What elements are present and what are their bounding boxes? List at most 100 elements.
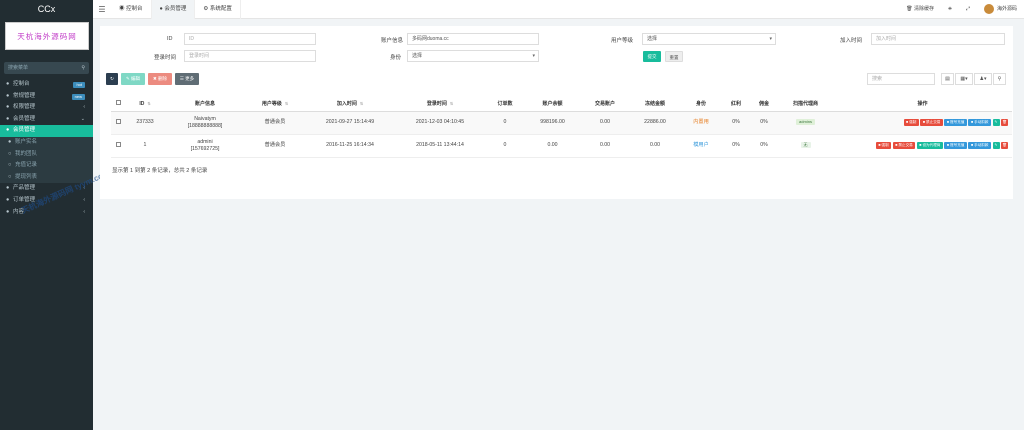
- export-icon[interactable]: ♟▾: [974, 73, 992, 85]
- sidebar-search-placeholder: 搜索菜单: [8, 65, 29, 71]
- reset-button[interactable]: 重置: [665, 51, 683, 62]
- brand-title[interactable]: CCx: [0, 0, 93, 19]
- row-checkbox[interactable]: [115, 141, 121, 147]
- row-checkbox-cell: [111, 134, 125, 158]
- fullscreen-icon[interactable]: ⤢: [959, 0, 977, 19]
- user-icon: ●: [8, 138, 12, 145]
- row-action-button[interactable]: ■ 禁止交易: [892, 142, 916, 149]
- clear-cache-button[interactable]: 🗑 清除缓存: [899, 0, 941, 19]
- sidebar-item[interactable]: ● 账户实名: [0, 136, 93, 149]
- chevron-icon: ⌄: [80, 115, 85, 122]
- column-header[interactable]: 加入时间 ⇅: [305, 97, 395, 112]
- edit-button[interactable]: ✎ 编辑: [121, 73, 145, 85]
- sidebar-item[interactable]: ● 会员管理 ⌄: [0, 114, 93, 126]
- tab-members[interactable]: ● 会员管理: [151, 0, 196, 19]
- row-action-button[interactable]: ■ 强制: [903, 119, 919, 126]
- edit-icon[interactable]: ✎: [992, 119, 1000, 126]
- select-all-checkbox-cell: [111, 97, 125, 112]
- row-action-button[interactable]: ■ 账号充值: [944, 119, 967, 126]
- row-checkbox[interactable]: [115, 118, 121, 124]
- toggle-view-icon[interactable]: ▤: [941, 73, 954, 85]
- account-input[interactable]: 多码网duoma.cc: [407, 33, 539, 45]
- cell-level: 普通会员: [264, 142, 286, 149]
- column-header[interactable]: ID ⇅: [125, 97, 165, 112]
- sidebar-item[interactable]: ● 权限管理 ‹: [0, 102, 93, 114]
- join-time-input[interactable]: 加入时间: [871, 33, 1005, 45]
- row-action-button[interactable]: ■ 设为代理商: [916, 142, 943, 149]
- sort-icon: ⇅: [147, 100, 151, 106]
- cell-balance: 998196.00: [540, 119, 565, 126]
- level-select[interactable]: 选择 ▾: [642, 33, 776, 45]
- row-action-button[interactable]: ■ 账号充值: [944, 142, 967, 149]
- sidebar-item[interactable]: ● 内容 ‹: [0, 207, 93, 219]
- cell-agent: 无: [800, 142, 811, 149]
- sidebar-item[interactable]: ● 常规管理 new: [0, 91, 93, 103]
- column-header: 订单数: [485, 97, 525, 112]
- submit-button[interactable]: 提交: [643, 51, 661, 62]
- cell-bonus: 0%: [732, 142, 740, 149]
- row-action-button[interactable]: ■ 强制: [875, 142, 892, 149]
- chevron-icon: ‹: [83, 208, 85, 215]
- user-circle-icon: ●: [6, 115, 10, 122]
- sidebar-item-label: 会员管理: [13, 115, 36, 122]
- id-input[interactable]: ID: [184, 33, 316, 45]
- identity-select[interactable]: 选择 ▾: [407, 50, 539, 62]
- edit-icon[interactable]: ✎: [992, 142, 1000, 149]
- refresh-button[interactable]: ↻: [106, 73, 118, 85]
- chevron-down-icon: ▾: [769, 36, 772, 42]
- cell-identity: 模用户: [693, 142, 709, 149]
- trash-icon[interactable]: 🗑: [1001, 119, 1008, 126]
- group-icon: ●: [6, 104, 10, 111]
- column-header: 账户信息: [165, 97, 245, 112]
- chevron-icon: ‹: [83, 196, 85, 203]
- table-row[interactable]: 237333 Naivatym [18888888888] 普通会员 2021-09-2…: [111, 111, 1012, 135]
- row-action-button[interactable]: ■ 禁止交易: [920, 119, 943, 126]
- topbar: ☰ ◉ 控制台 ● 会员管理 ⚙ 系统配置 🗑 清除缓存 ⎈ ⤢ 海外源码: [93, 0, 1024, 19]
- sidebar-item-label: 控制台: [13, 81, 30, 87]
- refresh-icon: ↻: [110, 76, 114, 81]
- translate-icon[interactable]: ⎈: [941, 0, 959, 19]
- delete-button[interactable]: ✖ 删除: [148, 73, 172, 85]
- row-action-button[interactable]: ■ 手动扣款: [968, 142, 991, 149]
- user-menu[interactable]: 海外源码: [977, 0, 1024, 19]
- cell-agent: admins: [796, 119, 815, 126]
- trash-icon[interactable]: 🗑: [1001, 142, 1008, 149]
- tab-system-config[interactable]: ⚙ 系统配置: [195, 0, 241, 19]
- column-header: 交易账户: [580, 97, 630, 112]
- pagination-info: 显示第 1 到第 2 条记录，总共 2 条记录: [112, 168, 208, 174]
- table-search-input[interactable]: 搜索: [867, 73, 935, 85]
- sidebar-search[interactable]: 搜索菜单 ⚲: [4, 62, 89, 74]
- sidebar-item[interactable]: ○ 我的团队: [0, 148, 93, 161]
- column-header[interactable]: 用户等级 ⇅: [245, 97, 305, 112]
- logo: 天杭海外源码网: [5, 22, 89, 50]
- menu-toggle-icon[interactable]: ☰: [93, 5, 111, 14]
- cell-orders: 0: [503, 142, 507, 149]
- tab-dashboard[interactable]: ◉ 控制台: [111, 0, 152, 19]
- row-actions: ■ 强制 ■ 禁止交易 ■ 账号充值 ■ 手动扣款 ✎ 🗑: [833, 119, 1012, 126]
- sidebar-badge: new: [71, 93, 85, 100]
- cell-balance: 0.00: [547, 142, 558, 149]
- cell-commission: 0%: [760, 142, 768, 149]
- table-row[interactable]: 1 admini [157692725] 普通会员 2016-11-25 16:14:3…: [111, 134, 1012, 158]
- member-panel: ID ID 账户信息 多码网duoma.cc 用户等级 选择 ▾ 加入时间 加入时…: [100, 26, 1013, 199]
- product-icon: ●: [6, 185, 10, 192]
- column-header: 红利: [722, 97, 750, 112]
- column-header: 扫描代理商: [778, 97, 833, 112]
- more-button[interactable]: ☰ 更多: [175, 73, 199, 85]
- column-header: 佣金: [750, 97, 778, 112]
- login-time-input[interactable]: 登录时间: [184, 50, 316, 62]
- sidebar-item-label: 权限管理: [13, 104, 36, 111]
- sidebar-item[interactable]: ● 会员管理: [0, 125, 93, 137]
- search-icon[interactable]: ⚲: [81, 62, 85, 74]
- sidebar-item[interactable]: ○ 充值记录: [0, 160, 93, 172]
- select-all-checkbox[interactable]: [115, 100, 121, 106]
- sidebar-item[interactable]: ● 控制台 hot: [0, 79, 93, 91]
- search-icon[interactable]: ⚲: [993, 73, 1006, 85]
- cell-id: 237333: [136, 119, 154, 126]
- column-header: 身份: [680, 97, 722, 112]
- row-action-button[interactable]: ■ 手动扣款: [968, 119, 991, 126]
- chevron-icon: ‹: [83, 104, 85, 111]
- columns-icon[interactable]: ▦▾: [955, 73, 973, 85]
- column-header[interactable]: 登录时间 ⇅: [395, 97, 485, 112]
- cell-bonus: 0%: [732, 119, 740, 126]
